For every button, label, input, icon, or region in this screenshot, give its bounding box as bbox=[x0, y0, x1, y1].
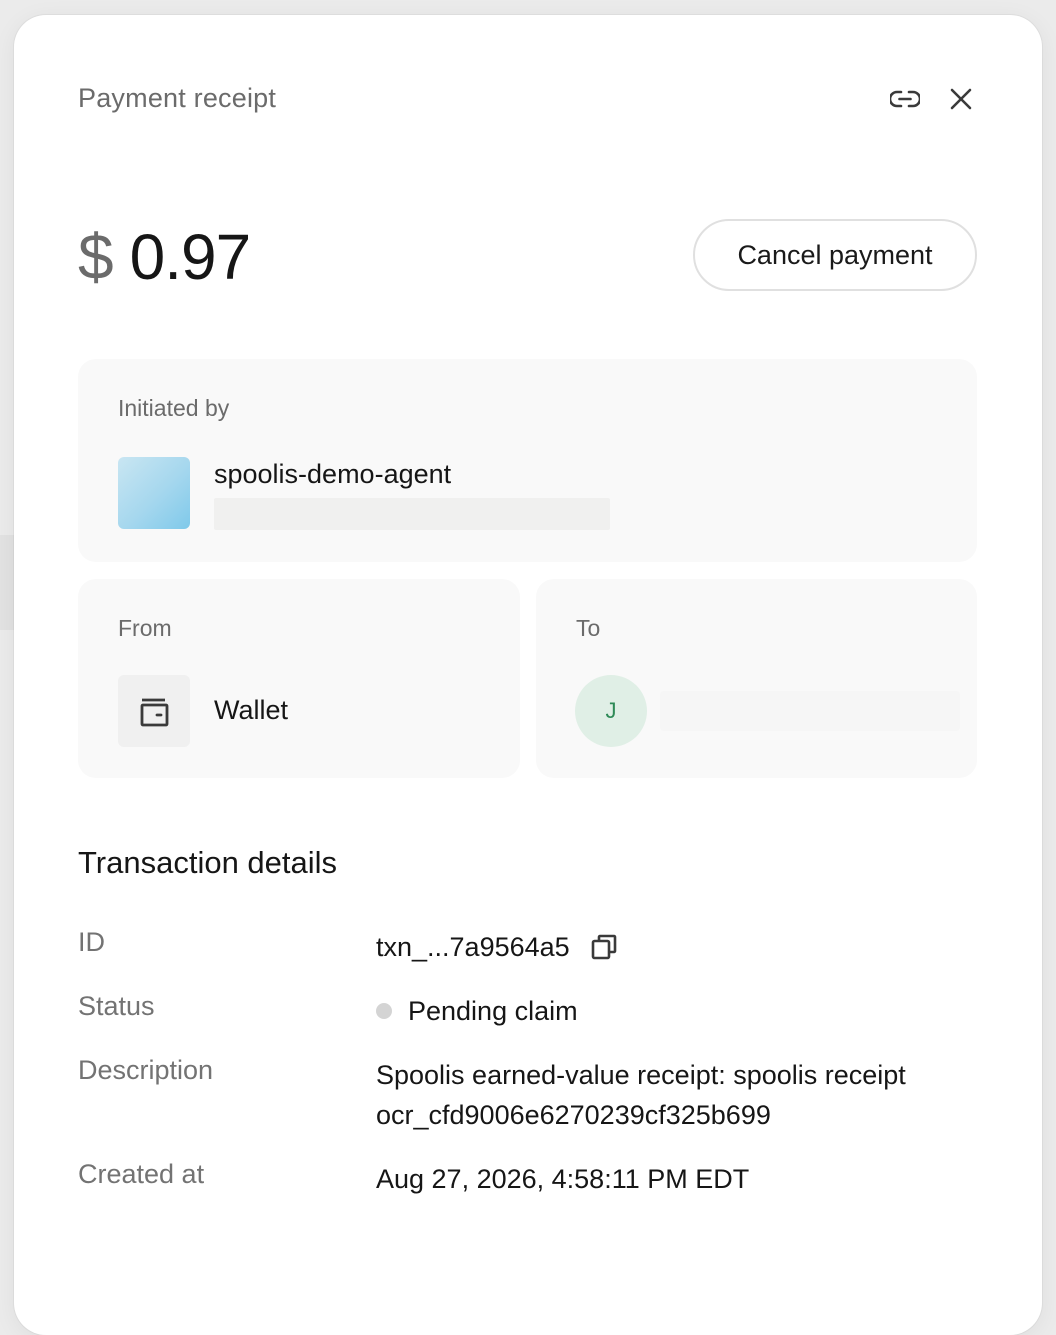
recipient-name-placeholder bbox=[660, 691, 960, 731]
recipient-avatar: J bbox=[575, 675, 647, 747]
copy-icon bbox=[591, 934, 616, 960]
close-icon bbox=[950, 88, 972, 110]
status-value: Pending claim bbox=[408, 996, 578, 1026]
amount-currency: $ bbox=[78, 221, 114, 293]
transaction-details-title: Transaction details bbox=[78, 845, 338, 880]
description-label: Description bbox=[78, 1055, 214, 1085]
panel-title: Payment receipt bbox=[78, 83, 277, 113]
transaction-id: txn_...7a9564a5 bbox=[376, 932, 570, 962]
amount-value: 0.97 bbox=[129, 221, 252, 293]
initiated-by-card: Initiated by spoolis-demo-agent bbox=[78, 359, 977, 562]
from-account-name: Wallet bbox=[214, 695, 289, 725]
from-label: From bbox=[118, 615, 172, 641]
copy-link-button[interactable] bbox=[885, 79, 925, 119]
agent-name: spoolis-demo-agent bbox=[214, 459, 452, 489]
initiated-by-label: Initiated by bbox=[118, 395, 230, 421]
id-label: ID bbox=[78, 927, 105, 957]
id-value-row: txn_...7a9564a5 bbox=[376, 927, 620, 967]
agent-avatar bbox=[118, 457, 190, 529]
status-label: Status bbox=[78, 991, 155, 1021]
copy-id-button[interactable] bbox=[588, 931, 620, 963]
description-value: Spoolis earned-value receipt: spoolis re… bbox=[376, 1060, 906, 1130]
close-button[interactable] bbox=[941, 79, 981, 119]
backdrop bbox=[0, 535, 14, 630]
created-at-label: Created at bbox=[78, 1159, 205, 1189]
payment-receipt-panel: Payment receipt $ 0.97 Cancel payment In… bbox=[14, 15, 1042, 1335]
status-value-row: Pending claim bbox=[376, 991, 578, 1031]
cancel-payment-button[interactable]: Cancel payment bbox=[693, 219, 977, 291]
payment-amount: $ 0.97 bbox=[78, 220, 252, 294]
status-dot-icon bbox=[376, 1003, 392, 1019]
wallet-icon bbox=[118, 675, 190, 747]
link-icon bbox=[890, 90, 920, 108]
to-label: To bbox=[576, 615, 601, 641]
to-card: To J bbox=[536, 579, 977, 778]
agent-detail-placeholder bbox=[214, 498, 610, 530]
created-at-value: Aug 27, 2026, 4:58:11 PM EDT bbox=[376, 1164, 750, 1194]
from-card: From Wallet bbox=[78, 579, 520, 778]
